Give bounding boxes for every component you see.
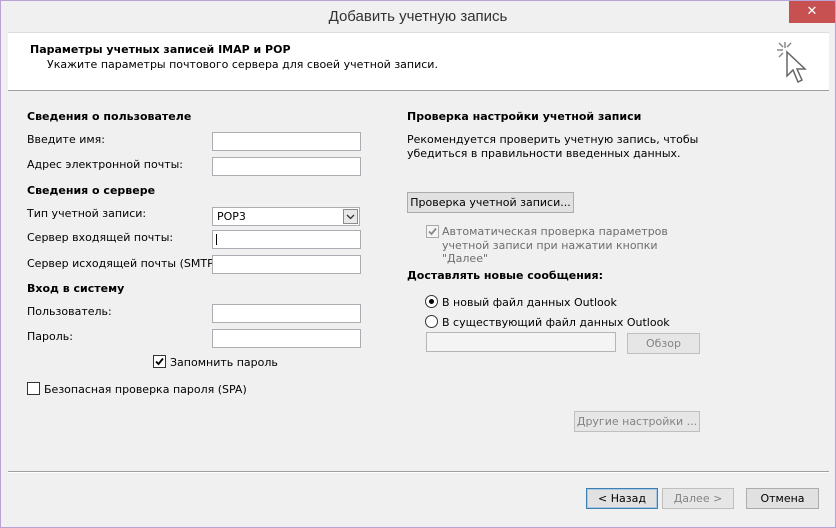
radio-existing-data-file[interactable] <box>425 315 438 328</box>
account-type-select[interactable]: POP3 <box>212 207 360 226</box>
wizard-cursor-icon <box>777 42 807 84</box>
close-icon: ✕ <box>806 4 818 19</box>
auto-test-label-line1: Автоматическая проверка параметров <box>442 225 668 238</box>
incoming-server-label: Сервер входящей почты: <box>27 231 174 244</box>
data-file-path-field[interactable] <box>426 332 616 352</box>
username-field[interactable] <box>212 304 361 323</box>
cancel-button[interactable]: Отмена <box>746 488 819 509</box>
browse-button[interactable]: Обзор <box>627 333 700 354</box>
server-info-heading: Сведения о сервере <box>27 184 156 197</box>
radio-new-data-file[interactable] <box>425 295 438 308</box>
window-title: Добавить учетную запись <box>328 8 508 25</box>
login-heading: Вход в систему <box>27 282 125 295</box>
spa-checkbox[interactable] <box>27 382 40 395</box>
checkmark-icon <box>155 357 164 366</box>
incoming-server-field[interactable] <box>212 230 361 249</box>
remember-password-label[interactable]: Запомнить пароль <box>170 356 278 369</box>
add-account-dialog: Добавить учетную запись ✕ Параметры учет… <box>0 0 836 528</box>
name-label: Введите имя: <box>27 133 105 146</box>
next-button[interactable]: Далее > <box>662 488 734 509</box>
more-settings-button[interactable]: Другие настройки ... <box>574 411 700 432</box>
account-type-label: Тип учетной записи: <box>27 207 147 220</box>
password-label: Пароль: <box>27 330 73 343</box>
name-field[interactable] <box>212 132 361 151</box>
test-account-button[interactable]: Проверка учетной записи... <box>407 192 574 213</box>
test-heading: Проверка настройки учетной записи <box>407 110 642 123</box>
radio-new-data-file-label[interactable]: В новый файл данных Outlook <box>442 296 617 309</box>
header-panel: Параметры учетных записей IMAP и POP Ука… <box>8 32 829 91</box>
username-label: Пользователь: <box>27 305 112 318</box>
footer-divider <box>8 471 829 473</box>
outgoing-server-field[interactable] <box>212 255 361 274</box>
deliver-heading: Доставлять новые сообщения: <box>407 269 603 282</box>
chevron-down-icon[interactable] <box>343 209 358 224</box>
account-type-value: POP3 <box>217 210 246 223</box>
header-subtitle: Укажите параметры почтового сервера для … <box>47 58 438 71</box>
outgoing-server-label: Сервер исходящей почты (SMTP): <box>27 257 222 270</box>
auto-test-checkbox[interactable] <box>426 225 439 238</box>
back-button[interactable]: < Назад <box>586 488 658 509</box>
email-field[interactable] <box>212 157 361 176</box>
auto-test-label-line2: учетной записи при нажатии кнопки <box>442 239 658 252</box>
close-button[interactable]: ✕ <box>789 1 835 23</box>
radio-existing-data-file-label[interactable]: В существующий файл данных Outlook <box>442 316 670 329</box>
test-desc-line2: убедиться в правильности введенных данны… <box>407 147 681 160</box>
spa-label[interactable]: Безопасная проверка пароля (SPA) <box>44 383 247 396</box>
remember-password-checkbox[interactable] <box>153 355 166 368</box>
user-info-heading: Сведения о пользователе <box>27 110 192 123</box>
auto-test-label-line3: "Далее" <box>442 252 489 265</box>
header-title: Параметры учетных записей IMAP и POP <box>30 43 291 56</box>
password-field[interactable] <box>212 329 361 348</box>
test-desc-line1: Рекомендуется проверить учетную запись, … <box>407 133 699 146</box>
email-label: Адрес электронной почты: <box>27 158 184 171</box>
checkmark-icon <box>428 227 437 236</box>
title-bar: Добавить учетную запись ✕ <box>1 1 835 32</box>
